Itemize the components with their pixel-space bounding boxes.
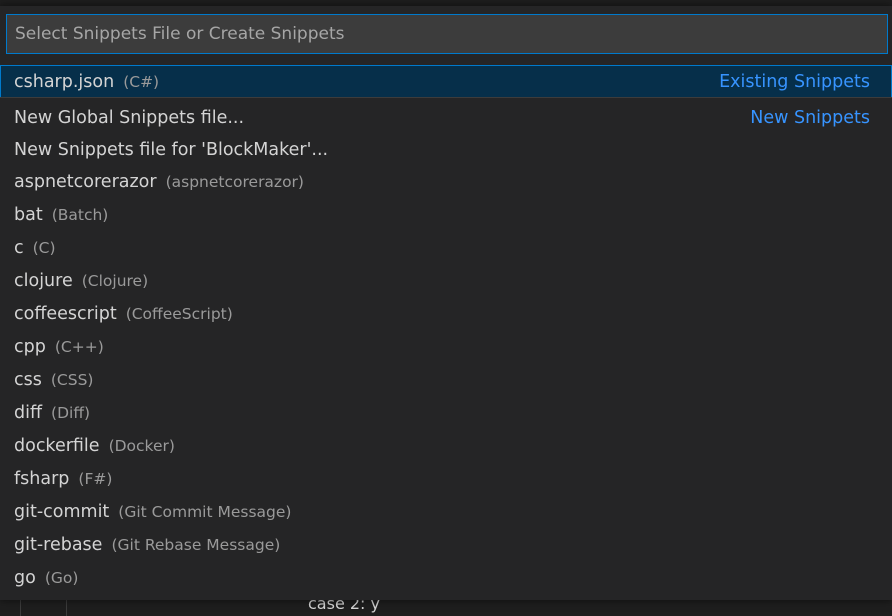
item-label: git-commit — [14, 501, 110, 522]
item-description: (Diff) — [51, 403, 91, 422]
quick-pick-input-box — [6, 14, 888, 54]
item-description: (C) — [32, 238, 56, 257]
item-description: (C++) — [54, 337, 104, 356]
item-description: (C#) — [123, 72, 160, 91]
list-item[interactable]: go (Go) — [0, 561, 892, 594]
editor-background: case 2: y — [0, 594, 892, 616]
item-description: (Batch) — [51, 205, 109, 224]
item-label: diff — [14, 402, 43, 423]
item-description: (CSS) — [50, 370, 94, 389]
quick-pick-input[interactable] — [6, 14, 888, 54]
list-item[interactable]: css (CSS) — [0, 363, 892, 396]
item-label: go — [14, 567, 36, 588]
item-label: New Snippets file for 'BlockMaker'... — [14, 139, 329, 160]
item-description: (aspnetcorerazor) — [165, 172, 304, 191]
list-item[interactable]: dockerfile (Docker) — [0, 429, 892, 462]
item-label: dockerfile — [14, 435, 100, 456]
list-item[interactable]: New Global Snippets file... New Snippets — [0, 101, 892, 134]
item-label: cpp — [14, 336, 46, 357]
item-label: clojure — [14, 270, 73, 291]
item-label: bat — [14, 204, 43, 225]
list-item[interactable]: bat (Batch) — [0, 198, 892, 231]
item-label: git-rebase — [14, 534, 103, 555]
item-description: (Docker) — [108, 436, 175, 455]
list-item[interactable]: coffeescript (CoffeeScript) — [0, 297, 892, 330]
item-description: (CoffeeScript) — [125, 304, 233, 323]
item-label: css — [14, 369, 42, 390]
list-item[interactable]: git-commit (Git Commit Message) — [0, 495, 892, 528]
quick-pick-list: csharp.json (C#) Existing Snippets New G… — [0, 65, 892, 594]
list-item[interactable]: git-rebase (Git Rebase Message) — [0, 528, 892, 561]
item-label: aspnetcorerazor — [14, 171, 157, 192]
gutter-line — [66, 600, 67, 616]
list-item[interactable]: clojure (Clojure) — [0, 264, 892, 297]
item-label: New Global Snippets file... — [14, 107, 245, 128]
list-item[interactable]: csharp.json (C#) Existing Snippets — [0, 65, 892, 98]
list-item[interactable]: cpp (C++) — [0, 330, 892, 363]
item-description: (Clojure) — [81, 271, 149, 290]
list-item[interactable]: aspnetcorerazor (aspnetcorerazor) — [0, 165, 892, 198]
group-label: New Snippets — [750, 107, 870, 128]
item-label: c — [14, 237, 24, 258]
list-item[interactable]: New Snippets file for 'BlockMaker'... — [0, 134, 892, 165]
item-description: (Go) — [44, 568, 79, 587]
item-label: csharp.json — [14, 71, 115, 92]
item-description: (Git Rebase Message) — [111, 535, 281, 554]
list-item[interactable]: fsharp (F#) — [0, 462, 892, 495]
list-item[interactable]: diff (Diff) — [0, 396, 892, 429]
item-label: coffeescript — [14, 303, 117, 324]
item-label: fsharp — [14, 468, 70, 489]
gutter-line — [20, 600, 21, 616]
group-label: Existing Snippets — [719, 71, 870, 92]
quick-pick-widget: csharp.json (C#) Existing Snippets New G… — [0, 6, 892, 600]
item-description: (F#) — [78, 469, 113, 488]
list-item[interactable]: c (C) — [0, 231, 892, 264]
item-description: (Git Commit Message) — [118, 502, 292, 521]
